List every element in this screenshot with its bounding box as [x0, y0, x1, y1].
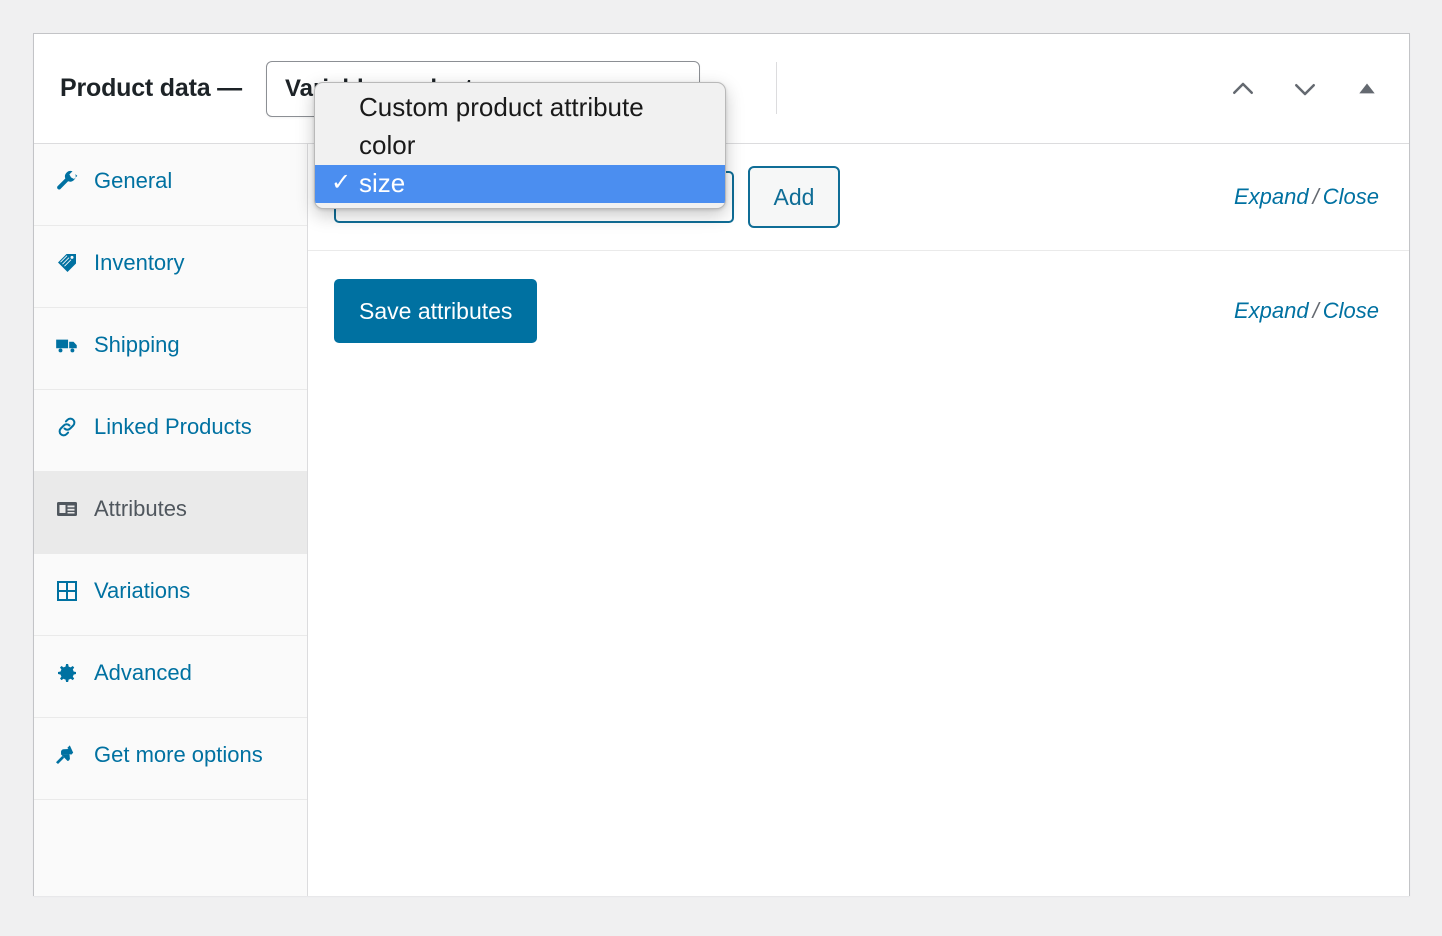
page-title: Product data — [60, 74, 242, 103]
sidebar-item-get-more-options[interactable]: Get more options [34, 718, 307, 800]
dropdown-option-label: size [359, 168, 405, 198]
product-data-body: General Inventory Shipping [34, 144, 1409, 896]
link-separator: / [1309, 298, 1323, 323]
sidebar-item-label: Shipping [94, 330, 180, 360]
expand-close-links-top: Expand/Close [1234, 184, 1379, 210]
sidebar-item-linked-products[interactable]: Linked Products [34, 390, 307, 472]
save-attributes-button[interactable]: Save attributes [334, 279, 537, 343]
header-divider [776, 62, 777, 114]
sidebar-item-label: Get more options [94, 740, 263, 770]
gear-icon [54, 660, 80, 686]
sidebar-item-label: Linked Products [94, 412, 252, 442]
sidebar-item-general[interactable]: General [34, 144, 307, 226]
dropdown-option-size[interactable]: ✓ size [315, 165, 725, 203]
check-icon: ✓ [331, 165, 351, 200]
toggle-panel-icon[interactable] [1345, 67, 1389, 111]
dropdown-option-custom-product-attribute[interactable]: Custom product attribute [315, 89, 725, 127]
grid-icon [54, 578, 80, 604]
sidebar-item-label: General [94, 166, 172, 196]
attributes-panel: size Add Expand/Close Save attributes Ex… [308, 144, 1409, 896]
dropdown-option-color[interactable]: color [315, 127, 725, 165]
sidebar-item-label: Attributes [94, 494, 187, 524]
sidebar-item-label: Variations [94, 576, 190, 606]
close-link[interactable]: Close [1323, 184, 1379, 209]
move-down-icon[interactable] [1283, 67, 1327, 111]
sidebar-item-shipping[interactable]: Shipping [34, 308, 307, 390]
dropdown-option-label: Custom product attribute [359, 92, 644, 122]
sidebar-item-attributes[interactable]: Attributes [34, 472, 307, 554]
sidebar-item-advanced[interactable]: Advanced [34, 636, 307, 718]
sidebar-item-variations[interactable]: Variations [34, 554, 307, 636]
link-icon [54, 414, 80, 440]
add-attribute-button[interactable]: Add [748, 166, 840, 228]
sidebar-item-inventory[interactable]: Inventory [34, 226, 307, 308]
truck-icon [54, 332, 80, 358]
tag-icon [54, 250, 80, 276]
screen: Product data — Variable product ⌄ [0, 0, 1442, 936]
product-data-tabs: General Inventory Shipping [34, 144, 308, 896]
plugin-icon [54, 742, 80, 768]
attribute-dropdown-popup[interactable]: Custom product attribute color ✓ size [314, 82, 726, 209]
save-attributes-row: Save attributes Expand/Close [308, 251, 1409, 371]
expand-link[interactable]: Expand [1234, 184, 1309, 209]
expand-close-links-bottom: Expand/Close [1234, 298, 1379, 324]
link-separator: / [1309, 184, 1323, 209]
sidebar-item-label: Advanced [94, 658, 192, 688]
dropdown-option-label: color [359, 130, 415, 160]
expand-link[interactable]: Expand [1234, 298, 1309, 323]
sidebar-filler [34, 800, 307, 844]
header-controls [1221, 34, 1389, 144]
list-view-icon [54, 496, 80, 522]
sidebar-item-label: Inventory [94, 248, 185, 278]
close-link[interactable]: Close [1323, 298, 1379, 323]
move-up-icon[interactable] [1221, 67, 1265, 111]
wrench-icon [54, 168, 80, 194]
